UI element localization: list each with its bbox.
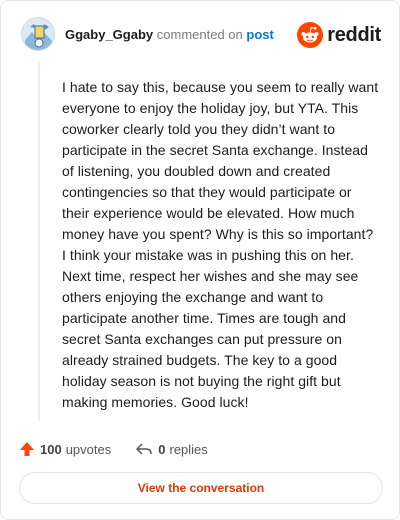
- action-text: commented on: [156, 27, 243, 42]
- reply-arrow-icon: [136, 443, 152, 455]
- thread-line[interactable]: [38, 61, 40, 421]
- reddit-snoo-icon: [297, 22, 324, 48]
- reddit-logo[interactable]: reddit: [297, 21, 381, 49]
- avatar-image-icon: [22, 18, 54, 50]
- upvote-action[interactable]: 100 upvotes: [19, 441, 111, 457]
- comment-actions: 100 upvotes 0 replies: [19, 437, 232, 461]
- view-conversation-button[interactable]: View the conversation: [19, 472, 383, 504]
- comment-embed-card: Ggaby_Ggaby commented on post reddit I h…: [0, 0, 400, 520]
- post-link[interactable]: post: [246, 27, 273, 42]
- comment-body: I hate to say this, because you seem to …: [62, 79, 379, 410]
- upvote-label: upvotes: [65, 441, 112, 457]
- username-link[interactable]: Ggaby_Ggaby: [65, 27, 153, 42]
- reply-label: replies: [169, 441, 208, 457]
- comment-meta: Ggaby_Ggaby commented on post: [65, 27, 274, 42]
- reply-count: 0: [158, 441, 166, 457]
- user-avatar[interactable]: [21, 17, 55, 51]
- reply-action[interactable]: 0 replies: [135, 441, 208, 457]
- reddit-wordmark: reddit: [327, 23, 381, 46]
- upvote-count: 100: [40, 441, 62, 457]
- upvote-arrow-icon: [20, 442, 34, 456]
- comment-header: Ggaby_Ggaby commented on post reddit: [21, 17, 381, 53]
